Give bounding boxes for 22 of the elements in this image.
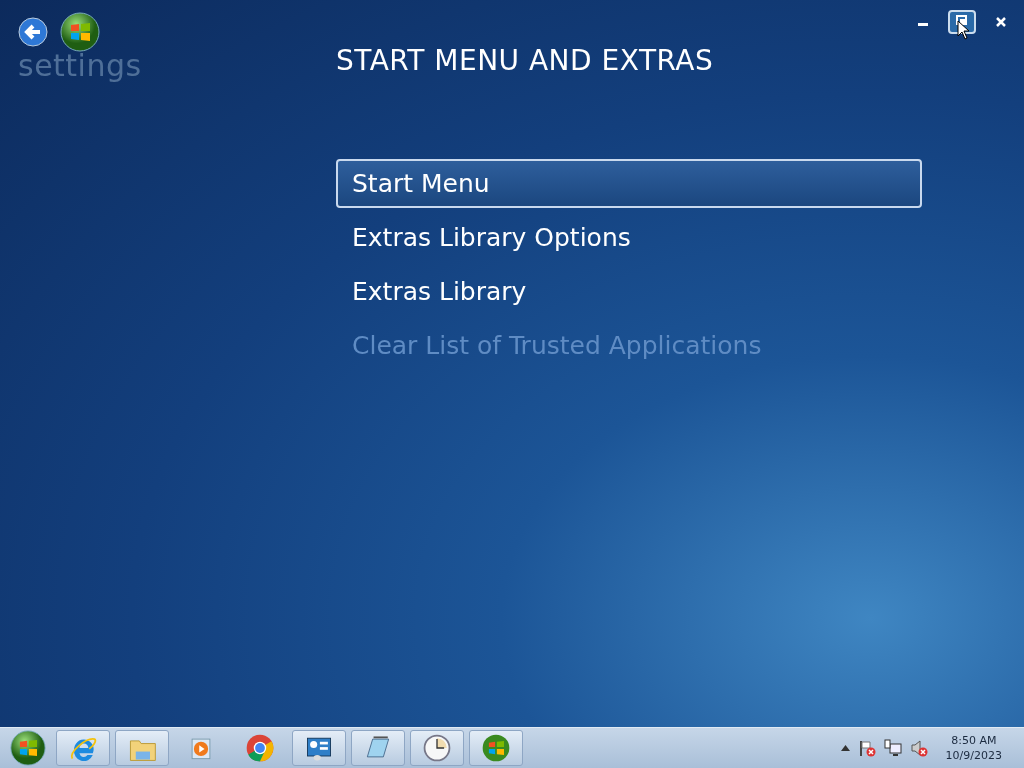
chrome-icon	[244, 732, 276, 764]
start-button[interactable]	[10, 730, 46, 766]
flag-error-icon[interactable]	[857, 739, 876, 757]
clock-date[interactable]: 10/9/2023	[945, 748, 1002, 763]
show-hidden-icons-icon[interactable]	[840, 745, 850, 751]
taskbar-button[interactable]	[469, 730, 523, 766]
close-icon[interactable]	[996, 17, 1006, 27]
taskbar-button[interactable]	[292, 730, 346, 766]
page-title: START MENU AND EXTRAS	[336, 44, 714, 77]
volume-muted-icon[interactable]	[909, 739, 928, 757]
menu-item[interactable]: Extras Library Options	[336, 213, 922, 262]
clock-icon	[421, 732, 453, 764]
back-icon[interactable]	[18, 17, 48, 47]
app-caption: settings	[18, 48, 142, 83]
network-error-icon[interactable]	[883, 739, 902, 757]
windows-logo-icon[interactable]	[60, 12, 100, 52]
clock-time[interactable]: 8:50 AM	[951, 733, 997, 748]
taskbar-button[interactable]	[410, 730, 464, 766]
mouse-pointer-icon	[957, 20, 969, 40]
windows-logo-icon	[480, 732, 512, 764]
menu-item[interactable]: Start Menu	[336, 159, 922, 208]
menu-item[interactable]: Extras Library	[336, 267, 922, 316]
